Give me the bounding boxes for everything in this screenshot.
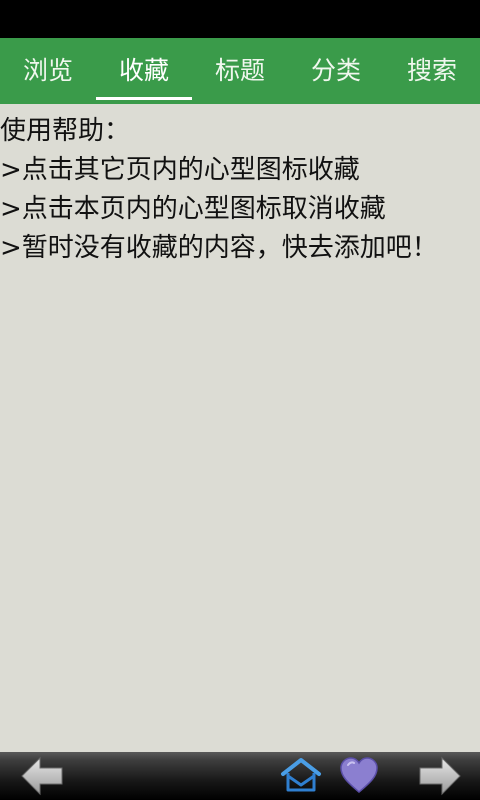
home-icon <box>281 758 321 792</box>
tab-categories-label: 分类 <box>310 56 361 85</box>
heart-icon <box>340 757 378 793</box>
help-panel: 使用帮助： >点击其它页内的心型图标收藏 >点击本页内的心型图标取消收藏 >暂时… <box>0 112 480 268</box>
tab-browse-label: 浏览 <box>22 56 73 85</box>
tab-favorites-label: 收藏 <box>118 56 169 85</box>
favorite-button[interactable] <box>336 752 382 800</box>
forward-arrow-icon <box>419 756 461 796</box>
active-tab-indicator <box>96 97 192 100</box>
tab-titles-label: 标题 <box>214 56 265 85</box>
help-line-unfavorite: >点击本页内的心型图标取消收藏 <box>0 194 386 224</box>
tab-categories[interactable]: 分类 <box>288 38 384 104</box>
tab-search[interactable]: 搜索 <box>384 38 480 104</box>
status-bar <box>0 0 480 38</box>
back-button[interactable] <box>14 752 70 800</box>
help-line-favorite: >点击其它页内的心型图标收藏 <box>0 155 360 185</box>
back-arrow-icon <box>21 756 63 796</box>
help-title: 使用帮助： <box>0 116 131 146</box>
tab-bar: 浏览 收藏 标题 分类 搜索 <box>0 38 480 104</box>
home-button[interactable] <box>276 752 326 800</box>
tab-search-label: 搜索 <box>406 56 457 85</box>
tab-browse[interactable]: 浏览 <box>0 38 96 104</box>
tab-titles[interactable]: 标题 <box>192 38 288 104</box>
forward-button[interactable] <box>412 752 468 800</box>
tab-favorites[interactable]: 收藏 <box>96 38 192 104</box>
help-line-empty: >暂时没有收藏的内容，快去添加吧！ <box>0 233 438 263</box>
bottom-toolbar <box>0 752 480 800</box>
